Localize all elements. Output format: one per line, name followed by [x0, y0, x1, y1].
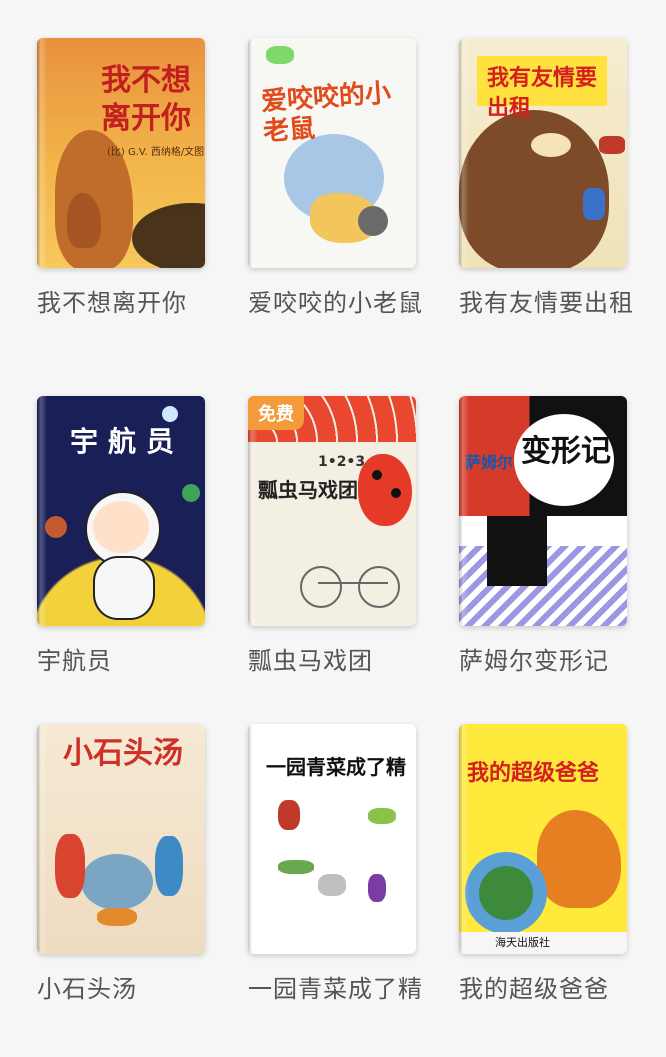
book-title[interactable]: 瓢虫马戏团	[248, 646, 438, 676]
book-cover[interactable]: 爱咬咬的小老鼠	[248, 38, 416, 268]
book-title[interactable]: 我的超级爸爸	[459, 974, 649, 1004]
book-title[interactable]: 萨姆尔变形记	[459, 646, 649, 676]
book-cover[interactable]: 宇航员	[37, 396, 205, 626]
book-title[interactable]: 小石头汤	[37, 974, 227, 1004]
book-cover[interactable]: 小石头汤	[37, 724, 205, 954]
book-cover[interactable]: 我的超级爸爸 海天出版社	[459, 724, 627, 954]
book-title[interactable]: 我有友情要出租	[459, 288, 649, 318]
book-title[interactable]: 一园青菜成了精	[248, 974, 438, 1004]
free-badge: 免费	[248, 396, 304, 430]
book-cover[interactable]: 我有友情要出租	[459, 38, 627, 268]
book-cover[interactable]: 瓢虫马戏团 1•2•3	[248, 396, 416, 626]
book-grid: 我不想离开你 (比) G.V. 西纳格/文图 我不想离开你 爱咬咬的小老鼠 爱咬…	[0, 0, 666, 1057]
book-cover[interactable]: 我不想离开你 (比) G.V. 西纳格/文图	[37, 38, 205, 268]
book-cover[interactable]: 一园青菜成了精	[248, 724, 416, 954]
book-cover[interactable]: 变形记 萨姆尔	[459, 396, 627, 626]
book-title[interactable]: 我不想离开你	[37, 288, 227, 318]
book-title[interactable]: 爱咬咬的小老鼠	[248, 288, 438, 318]
book-title[interactable]: 宇航员	[37, 646, 227, 676]
